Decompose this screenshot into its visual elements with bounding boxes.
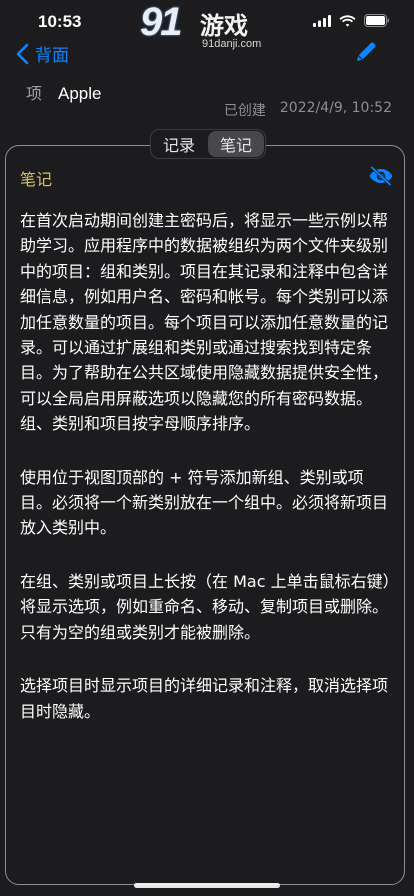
eye-slash-icon (369, 166, 393, 186)
segment-notes[interactable]: 笔记 (208, 131, 264, 157)
created-label: 已创建 (223, 103, 266, 119)
item-name: Apple (58, 84, 102, 103)
status-time: 10:53 (38, 12, 82, 31)
records-notes-segmented-control[interactable]: 记录 笔记 (150, 129, 266, 159)
note-paragraph: 在首次启动期间创建主密码后，将显示一些示例以帮助学习。应用程序中的数据被组织为两… (20, 211, 389, 434)
note-paragraph: 选择项目时显示项目的详细记录和注释，取消选择项目时隐藏。 (20, 676, 389, 721)
navigation-bar: 背面 (0, 36, 414, 72)
hide-toggle-button[interactable] (368, 166, 394, 190)
notes-title: 笔记 (20, 170, 53, 189)
edit-button[interactable] (354, 40, 378, 68)
home-indicator (134, 883, 280, 888)
created-timestamp: 2022/4/9, 10:52 (279, 100, 392, 116)
back-button-label: 背面 (35, 46, 69, 66)
pencil-icon (357, 42, 376, 61)
chevron-left-icon (16, 43, 29, 64)
back-button[interactable]: 背面 (16, 41, 69, 66)
segment-records[interactable]: 记录 (151, 130, 207, 158)
item-label: 项 (26, 84, 43, 103)
signal-icon (313, 14, 331, 27)
note-paragraph: 在组、类别或项目上长按（在 Mac 上单击鼠标右键）将显示选项，例如重命名、移动… (20, 571, 391, 642)
battery-icon (364, 14, 389, 27)
item-row: 项 Apple (26, 80, 102, 104)
app-screen: 10:53 91 游戏 91danji.com 背面 项 Apple 已创建 2… (0, 0, 414, 896)
status-icons (313, 14, 390, 27)
wifi-icon (339, 14, 356, 27)
created-row: 已创建 2022/4/9, 10:52 (224, 100, 392, 120)
note-body: 在首次启动期间创建主密码后，将显示一些示例以帮助学习。应用程序中的数据被组织为两… (20, 208, 394, 752)
note-paragraph: 使用位于视图顶部的 + 符号添加新组、类别或项目。必须将一个新类别放在一个组中。… (20, 467, 389, 538)
